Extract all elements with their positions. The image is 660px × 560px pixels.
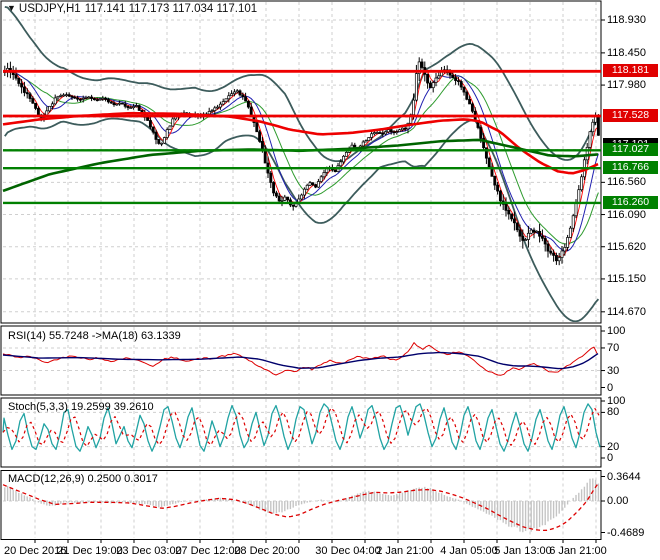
date-tick-label: 30 Dec 04:00 [315,545,381,557]
price-tick-label: 118.930 [607,14,646,26]
price-tick-label: 115.150 [607,272,646,285]
symbol-label: USDJPY,H1 [18,3,81,15]
rsi-tick-label: 100 [607,325,626,337]
macd-tick-label: 0.00 [607,495,629,507]
date-tick-label: 5 Jan 13:00 [494,545,552,557]
price-tick-label: 114.670 [607,305,646,318]
stoch-tick-label: 20 [607,440,620,453]
price-tick-label: 115.620 [607,240,646,253]
level-price-tag: 116.766 [603,161,658,175]
rsi-tick-label: 30 [607,364,620,377]
date-tick-label: 2 Jan 21:00 [376,545,434,557]
stoch-tick-label: 80 [607,406,620,419]
date-tick-label: 6 Jan 21:00 [549,545,607,557]
stoch-tick-label: 0 [607,452,614,464]
date-tick-label: 27 Dec 12:00 [175,545,241,557]
stoch-tick-label: 100 [607,395,626,407]
date-tick-label: 28 Dec 20:00 [234,545,300,557]
level-price-tag: 116.260 [603,195,658,209]
level-price-tag: 117.528 [603,109,658,123]
symbol-dropdown-icon[interactable]: ▼ [7,3,16,13]
rsi-tick-label: 0 [607,381,614,394]
date-tick-label: 4 Jan 05:00 [440,545,498,557]
macd-tick-label: 0.3644 [607,470,641,483]
ohlc-values: 117.141 117.173 117.034 117.101 [84,3,258,15]
date-tick-label: 21 Dec 19:00 [57,545,123,557]
stoch-indicator-label: Stoch(5,3,3) 19.2599 39.2610 [8,401,154,413]
price-tick-label: 117.980 [607,79,646,92]
axis-ticks [601,19,605,534]
price-tick-label: 118.450 [607,46,646,59]
rsi-indicator-label: RSI(14) 55.7248 ->MA(18) 63.1339 [8,330,181,342]
level-price-tag: 117.027 [603,143,658,157]
mt4-chart-window: ▼ USDJPY,H1 117.141 117.173 117.034 117.10… [0,0,660,560]
macd-tick-label: -0.4689 [607,526,645,539]
price-tick-label: 116.560 [607,176,646,189]
price-tick-label: 116.090 [607,208,646,221]
level-price-tag: 118.181 [603,64,658,78]
macd-indicator-label: MACD(12,26,9) 0.2500 0.3017 [8,473,158,485]
chart-title: ▼ USDJPY,H1 117.141 117.173 117.034 117.10… [7,3,257,15]
date-tick-label: 23 Dec 03:00 [116,545,182,557]
rsi-tick-label: 70 [607,341,620,354]
